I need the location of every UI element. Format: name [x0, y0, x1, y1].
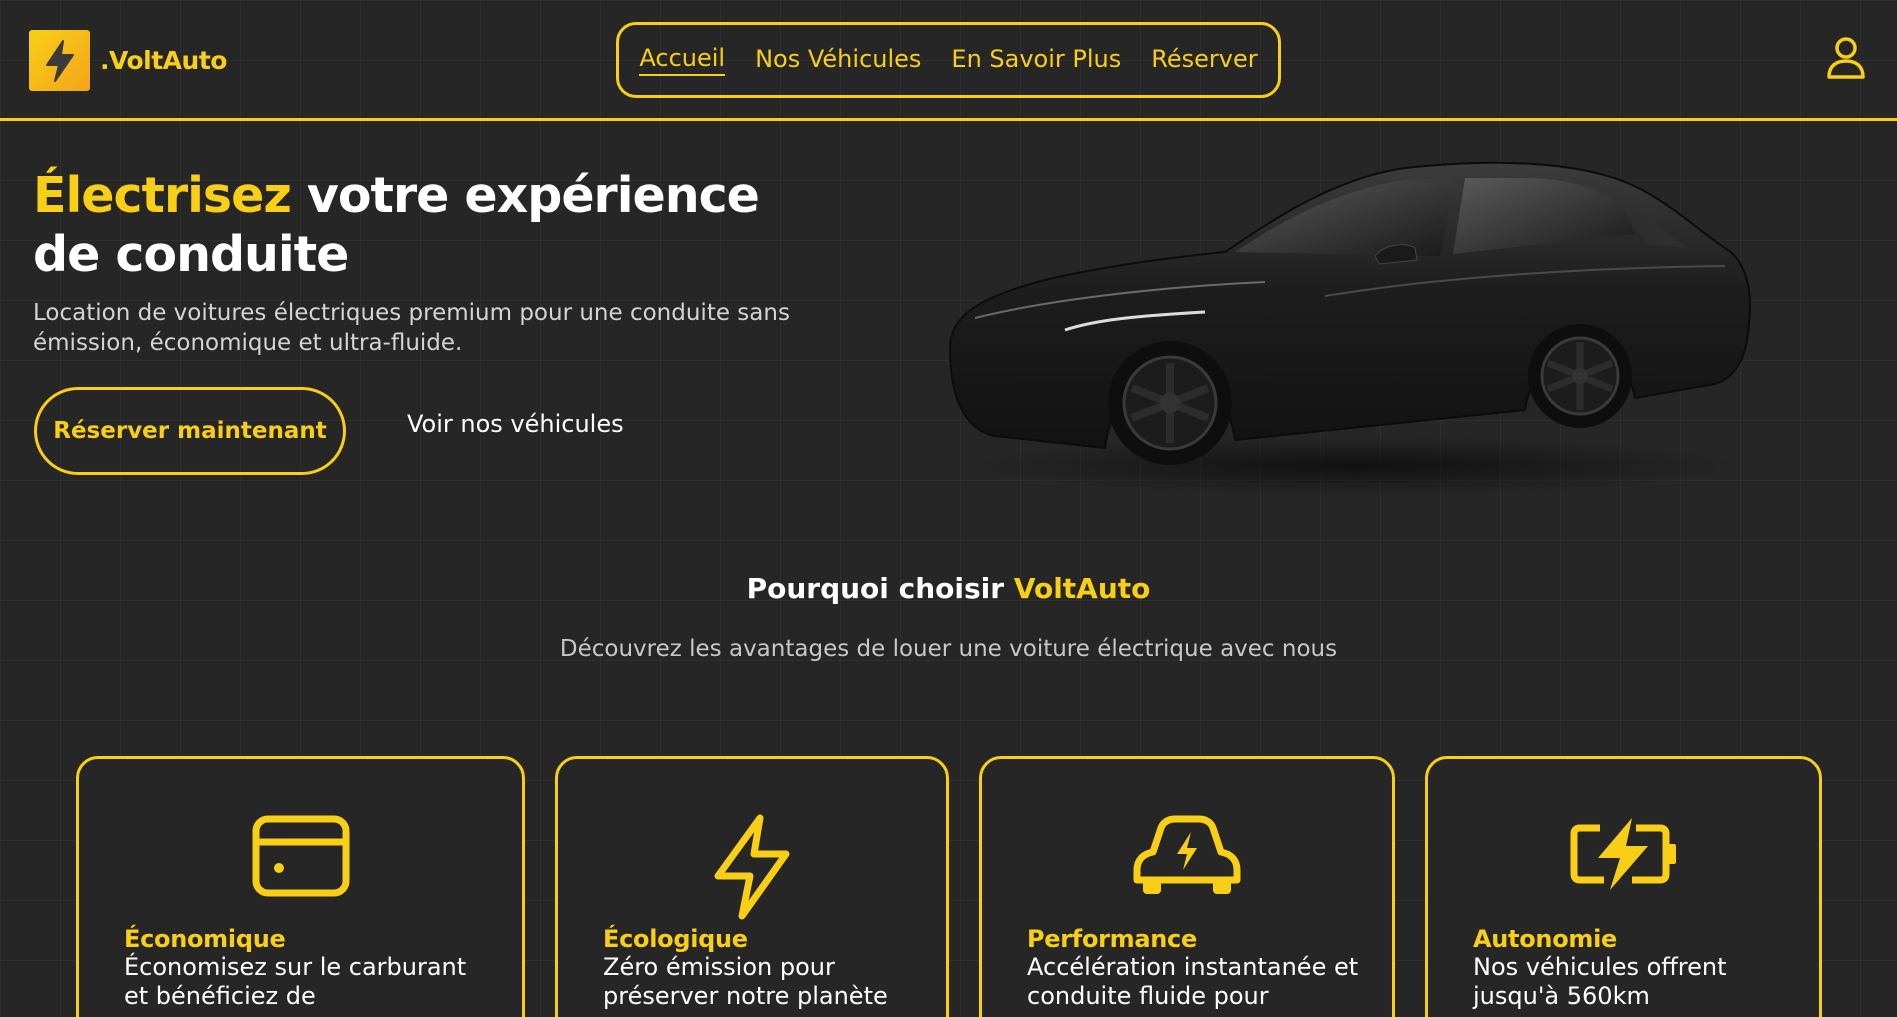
hero-title-highlight: Électrisez	[33, 167, 292, 224]
brand-name: .VoltAuto	[100, 46, 227, 75]
feature-card-ecologique: Écologique Zéro émission pour préserver …	[555, 756, 949, 1017]
lightning-logo-icon	[29, 30, 90, 91]
hero-subtitle: Location de voitures électriques premium…	[33, 300, 790, 356]
feature-title: Économique	[124, 925, 286, 953]
feature-title: Écologique	[603, 925, 748, 953]
feature-card-performance: Performance Accélération instantanée et …	[979, 756, 1395, 1017]
view-vehicles-link[interactable]: Voir nos véhicules	[407, 410, 624, 438]
reserve-now-button[interactable]: Réserver maintenant	[34, 387, 346, 475]
electric-car-icon	[1133, 814, 1241, 902]
feature-title: Autonomie	[1473, 925, 1618, 953]
feature-text: Nos véhicules offrent jusqu'à 560km	[1473, 953, 1727, 1010]
site-header: .VoltAuto Accueil Nos Véhicules En Savoi…	[0, 0, 1897, 121]
feature-text: Économisez sur le carburant et bénéficie…	[124, 953, 467, 1010]
why-title-prefix: Pourquoi choisir	[746, 572, 1014, 605]
car-image	[948, 161, 1751, 496]
feature-title: Performance	[1027, 925, 1197, 953]
lightning-bolt-icon	[712, 814, 792, 924]
credit-card-icon	[251, 814, 351, 902]
why-title-highlight: VoltAuto	[1013, 572, 1151, 605]
feature-text: Zéro émission pour préserver notre planè…	[603, 953, 888, 1010]
nav-item-reserver[interactable]: Réserver	[1151, 45, 1257, 75]
feature-text: Accélération instantanée et conduite flu…	[1027, 953, 1359, 1010]
user-icon[interactable]	[1826, 36, 1866, 80]
feature-card-autonomie: Autonomie Nos véhicules offrent jusqu'à …	[1425, 756, 1822, 1017]
why-section-title: Pourquoi choisir VoltAuto	[0, 572, 1897, 605]
nav-item-accueil[interactable]: Accueil	[639, 44, 726, 76]
battery-charging-icon	[1570, 814, 1678, 898]
nav-item-vehicules[interactable]: Nos Véhicules	[755, 45, 921, 75]
brand-logo[interactable]: .VoltAuto	[29, 30, 227, 91]
why-section-subtitle: Découvrez les avantages de louer une voi…	[559, 636, 1338, 662]
main-nav: Accueil Nos Véhicules En Savoir Plus Rés…	[616, 22, 1281, 98]
feature-card-economique: Économique Économisez sur le carburant e…	[76, 756, 525, 1017]
nav-item-en-savoir-plus[interactable]: En Savoir Plus	[951, 45, 1121, 75]
hero-title: Électrisez votre expérience de conduite	[33, 166, 823, 284]
